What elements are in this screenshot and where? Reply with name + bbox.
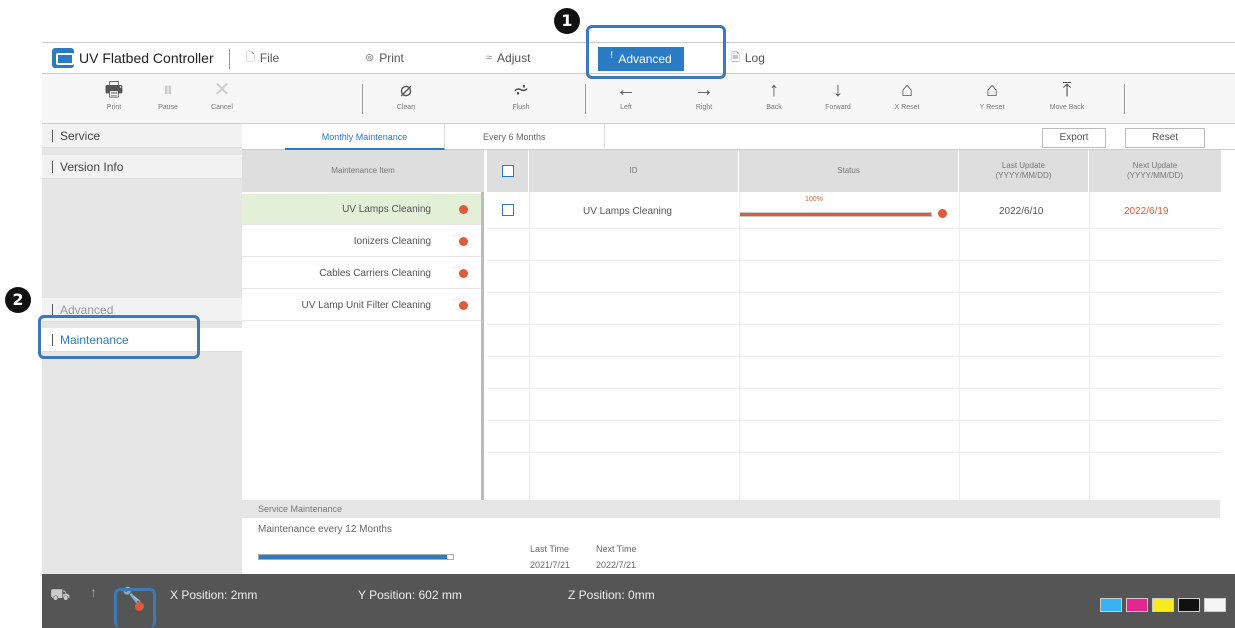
warning-icon [459, 237, 468, 246]
row-checkbox[interactable] [502, 204, 514, 216]
white-ink-level [1204, 598, 1226, 612]
maintenance-grid: ID Status Last Update (YYYY/MM/DD) Next … [487, 150, 1222, 500]
menu-file[interactable]: 🗋 File [246, 43, 279, 73]
select-all-checkbox[interactable] [501, 165, 514, 177]
flush-button[interactable]: ⩫ Flush [491, 78, 551, 120]
status-progress-bar [739, 212, 932, 217]
back-button[interactable]: ↑ Back [744, 78, 804, 120]
warning-icon [459, 269, 468, 278]
service-maintenance-panel: Service Maintenance Maintenance every 12… [242, 500, 1220, 574]
menu-print[interactable]: ⊚ Print [365, 43, 404, 73]
sidebar-item-version-info[interactable]: Version Info [42, 155, 242, 179]
cancel-icon: ✕ [213, 79, 231, 101]
printer-icon: 🖶 [104, 79, 124, 101]
row-status-value: 100% [805, 196, 823, 203]
reset-button[interactable]: Reset [1125, 128, 1205, 148]
sidebar-item-service[interactable]: Service [42, 124, 242, 148]
service-maintenance-header: Service Maintenance [242, 500, 1220, 518]
arrow-right-icon: → [694, 79, 714, 101]
maintenance-item-header: Maintenance Item [242, 150, 484, 192]
x-reset-button[interactable]: ⌂ X Reset [877, 78, 937, 120]
tab-monthly-maintenance[interactable]: Monthly Maintenance [285, 124, 445, 150]
pause-icon: ⏸ [163, 79, 173, 101]
black-ink-level [1178, 598, 1200, 612]
adjust-icon: ≈ [486, 52, 493, 64]
warning-icon [938, 209, 947, 218]
magenta-ink-level [1126, 598, 1148, 612]
yellow-ink-level [1152, 598, 1174, 612]
menu-adjust[interactable]: ≈ Adjust [486, 43, 530, 73]
forward-button[interactable]: ↓ Forward [808, 78, 868, 120]
list-item[interactable]: UV Lamp Unit Filter Cleaning [242, 290, 481, 321]
pause-button[interactable]: ⏸ Pause [138, 78, 198, 120]
arrow-up-icon: ↑ [769, 79, 779, 101]
next-update-column-header: Next Update (YYYY/MM/DD) [1089, 150, 1222, 192]
tab-bar: Monthly Maintenance Every 6 Months Expor… [242, 124, 1235, 150]
status-column-header: Status [739, 150, 959, 192]
cyan-ink-level [1100, 598, 1122, 612]
menu-log[interactable]: 🗎 Log [731, 43, 765, 73]
info-icon: ↑ [90, 584, 97, 600]
flush-icon: ⩫ [512, 79, 530, 101]
print-button[interactable]: 🖶 Print [84, 78, 144, 120]
id-column-header: ID [529, 150, 739, 192]
row-last-update: 2022/6/10 [999, 206, 1044, 217]
arrow-left-icon: ← [616, 79, 636, 101]
arrow-down-icon: ↓ [833, 79, 843, 101]
last-update-column-header: Last Update (YYYY/MM/DD) [959, 150, 1089, 192]
table-row[interactable]: UV Lamps Cleaning 100% 2022/6/10 2022/6/… [487, 192, 1222, 228]
clean-button[interactable]: ⌀ Clean [376, 78, 436, 120]
service-maintenance-label: Maintenance every 12 Months [258, 524, 392, 535]
right-button[interactable]: → Right [674, 78, 734, 120]
callout-number-1: 1 [554, 8, 580, 34]
callout-advanced-highlight [586, 25, 726, 79]
service-progress-bar [258, 554, 454, 560]
z-position: Z Position: 0mm [568, 588, 655, 602]
warning-icon [459, 301, 468, 310]
row-next-update: 2022/6/19 [1124, 206, 1169, 217]
x-position: X Position: 2mm [170, 588, 258, 602]
row-id: UV Lamps Cleaning [583, 206, 672, 217]
export-button[interactable]: Export [1042, 128, 1106, 148]
print-icon: ⊚ [365, 52, 375, 64]
callout-maintenance-highlight [38, 315, 200, 359]
last-time-label: Last Time [530, 544, 570, 554]
toolbar: 🖶 Print ⏸ Pause ✕ Cancel ⌀ Clean ⩫ Flush ← Lef… [42, 74, 1235, 124]
list-item[interactable]: UV Lamps Cleaning [242, 194, 481, 225]
select-all-header [487, 150, 529, 192]
tab-every-6-months[interactable]: Every 6 Months [445, 124, 605, 150]
last-time-value: 2021/7/21 [530, 560, 571, 570]
clean-icon: ⌀ [399, 79, 413, 101]
app-logo-icon [52, 48, 74, 68]
cancel-button[interactable]: ✕ Cancel [192, 78, 252, 120]
status-bar: ⛟ ↑ 🔧 X Position: 2mm Y Position: 602 mm… [42, 574, 1235, 628]
maintenance-item-list: Maintenance Item UV Lamps Cleaning Ioniz… [242, 150, 484, 500]
app-title: UV Flatbed Controller [52, 43, 214, 73]
next-time-value: 2022/7/21 [596, 560, 637, 570]
callout-number-2: 2 [5, 287, 31, 313]
warning-icon [459, 205, 468, 214]
move-back-button[interactable]: ⤒ Move Back [1037, 78, 1097, 120]
left-button[interactable]: ← Left [596, 78, 656, 120]
app-title-label: UV Flatbed Controller [79, 50, 214, 66]
x-reset-icon: ⌂ [900, 79, 914, 101]
y-reset-icon: ⌂ [985, 79, 999, 101]
list-item[interactable]: Cables Carriers Cleaning [242, 258, 481, 289]
y-position: Y Position: 602 mm [358, 588, 462, 602]
file-icon: 🗋 [246, 52, 255, 64]
y-reset-button[interactable]: ⌂ Y Reset [962, 78, 1022, 120]
move-back-icon: ⤒ [1062, 79, 1072, 101]
next-time-label: Next Time [596, 544, 637, 554]
connection-icon: ⛟ [50, 587, 71, 604]
log-icon: 🗎 [731, 52, 740, 64]
list-item[interactable]: Ionizers Cleaning [242, 226, 481, 257]
callout-status-icon-highlight [114, 588, 156, 628]
